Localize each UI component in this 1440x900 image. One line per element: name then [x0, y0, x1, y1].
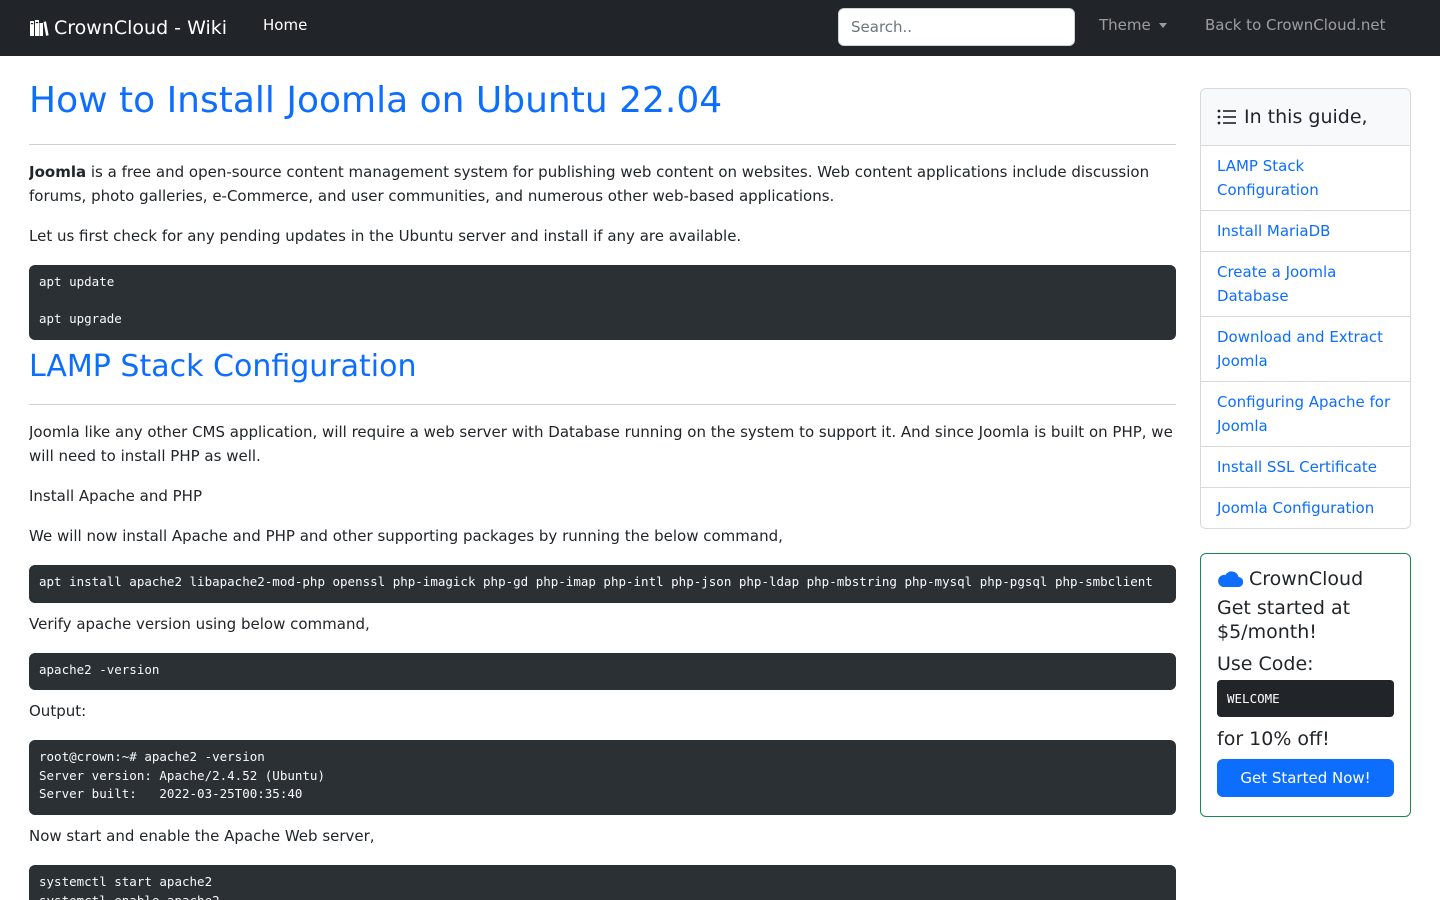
article-content: How to Install Joomla on Ubuntu 22.04 Jo… — [29, 56, 1176, 900]
start-text: Now start and enable the Apache Web serv… — [29, 827, 375, 845]
promo-title: CrownCloud — [1217, 568, 1394, 590]
toc-title: In this guide, — [1244, 106, 1368, 128]
back-to-site-link[interactable]: Back to CrownCloud.net — [1205, 16, 1386, 34]
toc-item-configure-apache[interactable]: Configuring Apache for Joomla — [1201, 382, 1410, 447]
toc-item-download-joomla[interactable]: Download and Extract Joomla — [1201, 317, 1410, 382]
toc-card: In this guide, LAMP Stack Configuration … — [1200, 88, 1411, 529]
code-block-install[interactable]: apt install apache2 libapache2-mod-php o… — [29, 565, 1176, 603]
code-block-version[interactable]: apache2 -version — [29, 653, 1176, 690]
lamp-intro-paragraph: Joomla like any other CMS application, w… — [29, 423, 1173, 465]
cloud-icon — [1218, 571, 1243, 588]
promo-title-text: CrownCloud — [1249, 568, 1364, 590]
verify-text: Verify apache version using below comman… — [29, 615, 370, 633]
promo-code-label: Use Code: — [1217, 653, 1314, 675]
promo-code: WELCOME — [1217, 680, 1394, 717]
toc-item-install-mariadb[interactable]: Install MariaDB — [1201, 211, 1410, 252]
toc-item-lamp-stack[interactable]: LAMP Stack Configuration — [1201, 146, 1410, 211]
promo-card: CrownCloud Get started at $5/month! Use … — [1200, 553, 1411, 817]
top-navbar: CrownCloud - Wiki Home Theme Back to Cro… — [0, 0, 1440, 56]
brand-link[interactable]: CrownCloud - Wiki — [29, 14, 227, 42]
books-icon — [30, 20, 49, 36]
toc-item-install-ssl[interactable]: Install SSL Certificate — [1201, 447, 1410, 488]
toc-header: In this guide, — [1201, 89, 1410, 146]
title-divider — [29, 144, 1176, 145]
search-input[interactable] — [838, 8, 1075, 46]
toc-item-joomla-configuration[interactable]: Joomla Configuration — [1201, 488, 1410, 528]
brand-text: CrownCloud - Wiki — [54, 17, 228, 39]
lamp-divider — [29, 404, 1176, 405]
page-title: How to Install Joomla on Ubuntu 22.04 — [29, 80, 723, 121]
code-block-output[interactable]: root@crown:~# apache2 -version Server ve… — [29, 740, 1176, 815]
intro-text: is a free and open-source content manage… — [29, 163, 1150, 205]
chevron-down-icon — [1158, 22, 1167, 28]
code-block-start[interactable]: systemctl start apache2 systemctl enable… — [29, 865, 1176, 900]
promo-discount-text: for 10% off! — [1217, 728, 1330, 750]
code-block-updates[interactable]: apt update apt upgrade — [29, 265, 1176, 340]
get-started-button[interactable]: Get Started Now! — [1217, 759, 1394, 797]
promo-price-text: Get started at $5/month! — [1217, 597, 1351, 643]
lamp-heading: LAMP Stack Configuration — [29, 349, 417, 384]
nav-home-link[interactable]: Home — [263, 16, 307, 34]
intro-bold: Joomla — [29, 163, 87, 181]
install-apache-php-text: Install Apache and PHP — [29, 487, 203, 505]
output-label: Output: — [29, 702, 87, 720]
install-command-text: We will now install Apache and PHP and o… — [29, 527, 783, 545]
theme-dropdown[interactable]: Theme — [1099, 16, 1167, 34]
list-icon — [1217, 109, 1236, 125]
updates-paragraph: Let us first check for any pending updat… — [29, 227, 742, 245]
toc-item-create-database[interactable]: Create a Joomla Database — [1201, 252, 1410, 317]
theme-label: Theme — [1099, 16, 1151, 34]
intro-paragraph: Joomla is a free and open-source content… — [29, 160, 1176, 208]
